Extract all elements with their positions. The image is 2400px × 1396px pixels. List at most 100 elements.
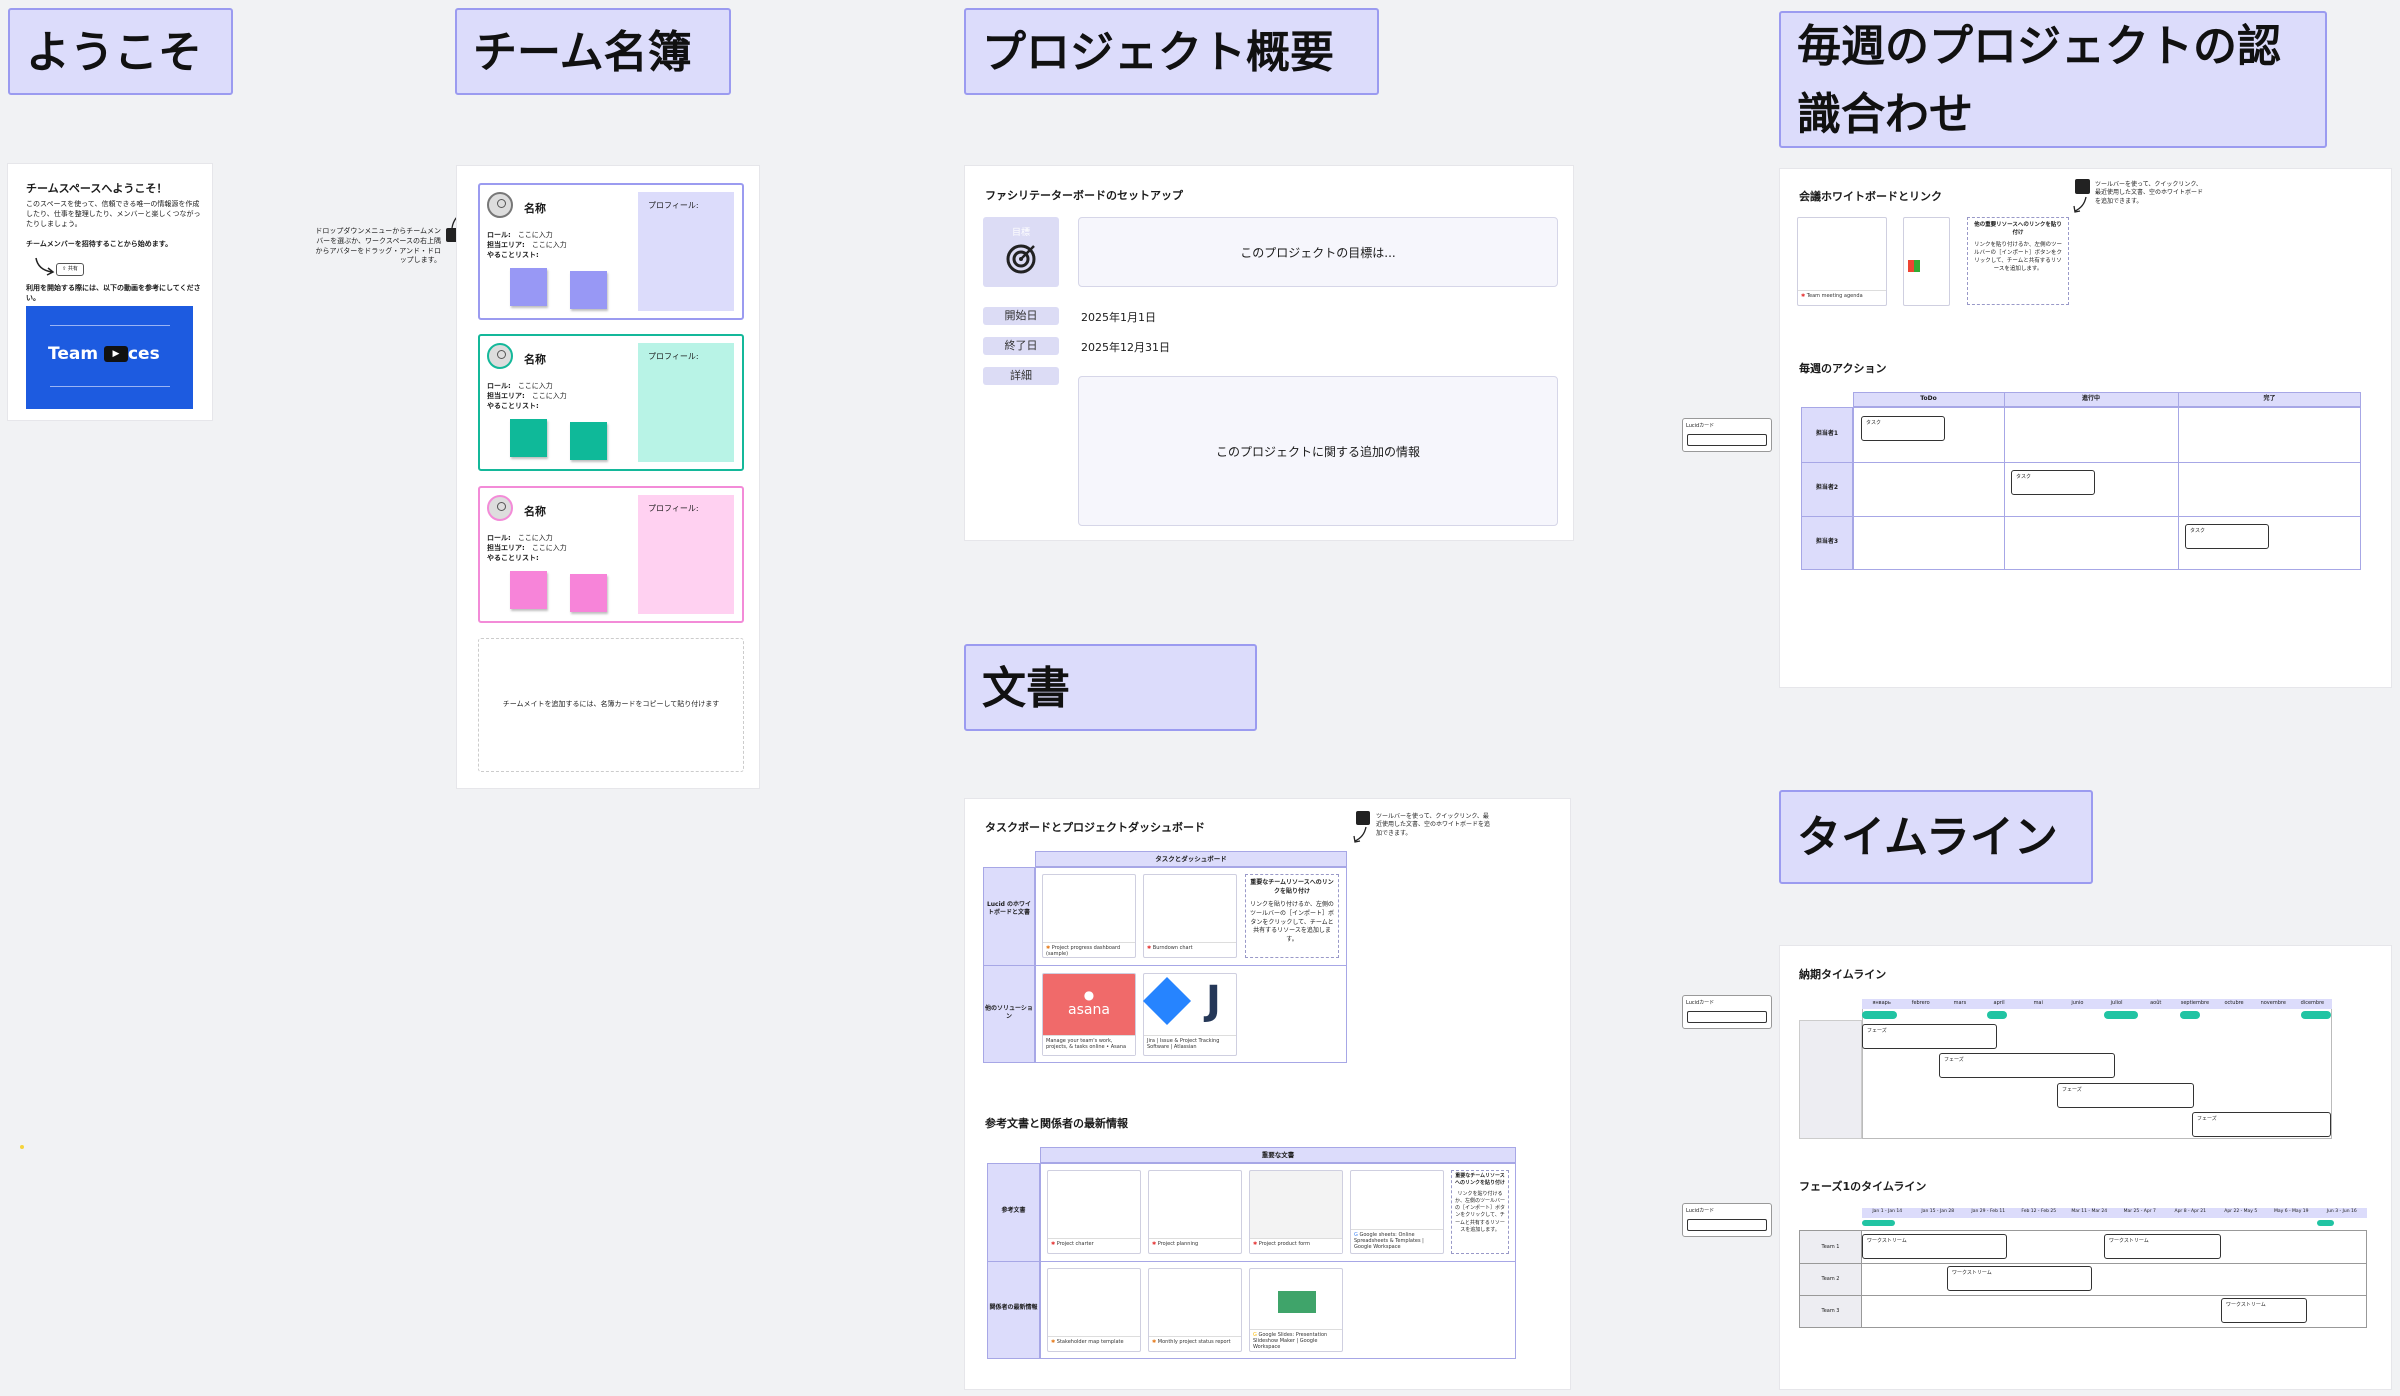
share-button[interactable]: ⇪ 共有 — [56, 263, 84, 276]
reference-title: 参考文書と関係者の最新情報 — [985, 1117, 1128, 1130]
task-card[interactable]: タスク — [2185, 524, 2269, 549]
agenda-thumbnail[interactable]: ✱ Team meeting agenda — [1797, 217, 1887, 306]
welcome-card: チームスペースへようこそ！ このスペースを使って、信頼できる唯一の情報源を作成し… — [7, 163, 213, 421]
dashboard-thumbnail[interactable]: ✱ Project progress dashboard (sample) — [1042, 874, 1136, 958]
phase1-timeline-title: フェーズ1のタイムライン — [1799, 1180, 1927, 1193]
jira-logo-icon — [1142, 976, 1192, 1026]
sticky-note[interactable] — [570, 574, 607, 612]
phase1-timeline: Jan 1 - Jan 14 Jan 15 - Jan 28 Jan 29 - Fe… — [1799, 1208, 2375, 1328]
workstream-bar[interactable]: ワークストリーム — [2104, 1234, 2221, 1259]
goal-field[interactable]: このプロジェクトの目標は... — [1078, 217, 1558, 287]
milestone[interactable] — [1862, 1220, 1895, 1226]
whiteboard-title: 会議ホワイトボードとリンク — [1799, 190, 1942, 203]
month-label: octubre — [2224, 1000, 2244, 1006]
month-label: april — [1993, 1000, 2005, 1006]
header-documents: 文書 — [964, 644, 1257, 731]
burndown-thumbnail[interactable]: ✱ Burndown chart — [1143, 874, 1237, 958]
member-card-2[interactable]: 名称 ロール: ここに入力 担当エリア: ここに入力 やることリスト: プロフィ… — [478, 334, 744, 471]
ref-table-header: 重要な文書 — [1040, 1147, 1516, 1163]
lucid-icon: ✱ — [1801, 293, 1806, 299]
member-name: 名称 — [524, 505, 546, 518]
start-date-value[interactable]: 2025年1月1日 — [1081, 309, 1156, 325]
sticky-note[interactable] — [570, 271, 607, 309]
doc-thumbnail[interactable]: G Google Slides: Presentation Slideshow … — [1249, 1268, 1343, 1352]
member-card-3[interactable]: 名称 ロール: ここに入力 担当エリア: ここに入力 やることリスト: プロフィ… — [478, 486, 744, 623]
milestone[interactable] — [2180, 1011, 2200, 1019]
side-card[interactable]: Lucidカード — [1682, 995, 1772, 1029]
play-icon[interactable]: ▶ — [103, 346, 128, 362]
doc-thumbnail[interactable]: ✱ Stakeholder map template — [1047, 1268, 1141, 1352]
start-hint: 利用を開始する際には、以下の動画を参考にしてください。 — [26, 284, 201, 302]
task-card[interactable]: タスク — [1861, 416, 1945, 441]
end-date-value[interactable]: 2025年12月31日 — [1081, 339, 1170, 355]
goal-tile: 目標 — [983, 217, 1059, 287]
start-date-label: 開始日 — [983, 307, 1059, 325]
sticky-note[interactable] — [510, 571, 547, 609]
doc-thumbnail[interactable]: ✱ Monthly project status report — [1148, 1268, 1242, 1352]
overview-card: ファシリテーターボードのセットアップ 目標 このプロジェクトの目標は... 開始… — [964, 165, 1574, 541]
sticky-note[interactable] — [510, 419, 547, 457]
member-card-1[interactable]: 名称 ロール: ここに入力 担当エリア: ここに入力 やることリスト: プロフィ… — [478, 183, 744, 320]
board-thumbnail[interactable] — [1903, 217, 1950, 306]
milestone[interactable] — [2104, 1011, 2138, 1019]
workstream-bar[interactable]: ワークストリーム — [1947, 1266, 2092, 1291]
header-welcome: ようこそ — [8, 8, 233, 95]
doc-thumbnail[interactable]: ✱ Project charter — [1047, 1170, 1141, 1254]
delivery-timeline: январь febrero mars april mai junio juliol août… — [1799, 999, 2375, 1139]
member-name: 名称 — [524, 202, 546, 215]
jira-thumbnail[interactable]: J Jira | Issue & Project Tracking Softwa… — [1142, 973, 1237, 1056]
row-lucid: Lucid のホワイトボードと文書 — [986, 901, 1032, 917]
week-label: May 6 - May 19 — [2273, 1209, 2309, 1214]
phase-bar[interactable]: フェーズ — [2057, 1083, 2194, 1108]
week-label: Mar 25 - Apr 7 — [2123, 1209, 2156, 1214]
profile-box[interactable]: プロフィール: — [638, 495, 734, 614]
paste-resources-box[interactable]: 重要なチームリソースへのリンクを貼り付け リンクを貼り付けるか、左側のツールバー… — [1245, 874, 1339, 958]
lightbulb-icon — [1356, 811, 1370, 825]
milestone[interactable] — [2317, 1220, 2334, 1226]
asana-thumbnail[interactable]: ● asana Manage your team's work, projects… — [1042, 973, 1136, 1056]
detail-field[interactable]: このプロジェクトに関する追加の情報 — [1078, 376, 1558, 526]
phase-bar[interactable]: フェーズ — [2192, 1112, 2331, 1137]
paste-resources-box[interactable]: 他の重要リソースへのリンクを貼り付け リンクを貼り付けるか、左側のツールバーの［… — [1967, 217, 2069, 305]
doc-thumbnail[interactable]: ✱ Project product form — [1249, 1170, 1343, 1254]
row-reference: 参考文書 — [1001, 1207, 1026, 1214]
month-label: mai — [2033, 1000, 2043, 1006]
lightbulb-icon — [2075, 179, 2090, 194]
week-label: Jan 1 - Jan 14 — [1872, 1209, 1903, 1214]
month-label: août — [2150, 1000, 2162, 1006]
milestone[interactable] — [2301, 1011, 2331, 1019]
profile-box[interactable]: プロフィール: — [638, 192, 734, 311]
month-label: dicembre — [2300, 1000, 2325, 1006]
avatar[interactable] — [487, 343, 513, 369]
col-header-inprogress: 進行中 — [2081, 395, 2100, 402]
side-card[interactable]: Lucidカード — [1682, 418, 1772, 452]
sticky-note[interactable] — [510, 268, 547, 306]
milestone[interactable] — [1862, 1011, 1897, 1019]
paste-resources-box[interactable]: 重要なチームリソースへのリンクを貼り付け リンクを貼り付けるか、左側のツールバー… — [1451, 1170, 1509, 1254]
phase-bar[interactable]: フェーズ — [1939, 1053, 2115, 1078]
task-card[interactable]: タスク — [2011, 470, 2095, 495]
milestone[interactable] — [1987, 1011, 2007, 1019]
profile-box[interactable]: プロフィール: — [638, 343, 734, 462]
curve-arrow-icon — [2073, 196, 2087, 213]
side-card[interactable]: Lucidカード — [1682, 1203, 1772, 1237]
week-label: Jun 3 - Jun 16 — [2326, 1209, 2357, 1214]
doc-thumbnail[interactable]: G Google sheets: Online Spreadsheets & T… — [1350, 1170, 1444, 1254]
member-name: 名称 — [524, 353, 546, 366]
delivery-timeline-title: 納期タイムライン — [1799, 968, 1887, 981]
avatar[interactable] — [487, 192, 513, 218]
phase-bar[interactable]: フェーズ — [1862, 1024, 1997, 1049]
header-team-directory: チーム名簿 — [455, 8, 731, 95]
workstream-bar[interactable]: ワークストリーム — [2221, 1298, 2307, 1323]
task-board-title: タスクボードとプロジェクトダッシュボード — [985, 821, 1205, 834]
doc-thumbnail[interactable]: ✱ Project planning — [1148, 1170, 1242, 1254]
month-label: январь — [1872, 1000, 1891, 1006]
avatar[interactable] — [487, 495, 513, 521]
workstream-bar[interactable]: ワークストリーム — [1862, 1234, 2007, 1259]
intro-video[interactable]: Team ▶ ces — [26, 306, 193, 409]
sticky-note[interactable] — [570, 422, 607, 460]
add-member-placeholder[interactable]: チームメイトを追加するには、名簿カードをコピーして貼り付けます — [478, 638, 744, 772]
share-icon: ⇪ — [62, 266, 67, 272]
toolbar-tip: ツールバーを使って、クイックリンク、最近使用した文書、空のホワイトボードを追加で… — [1376, 813, 1491, 837]
row-label-2: 担当者2 — [1815, 484, 1839, 491]
